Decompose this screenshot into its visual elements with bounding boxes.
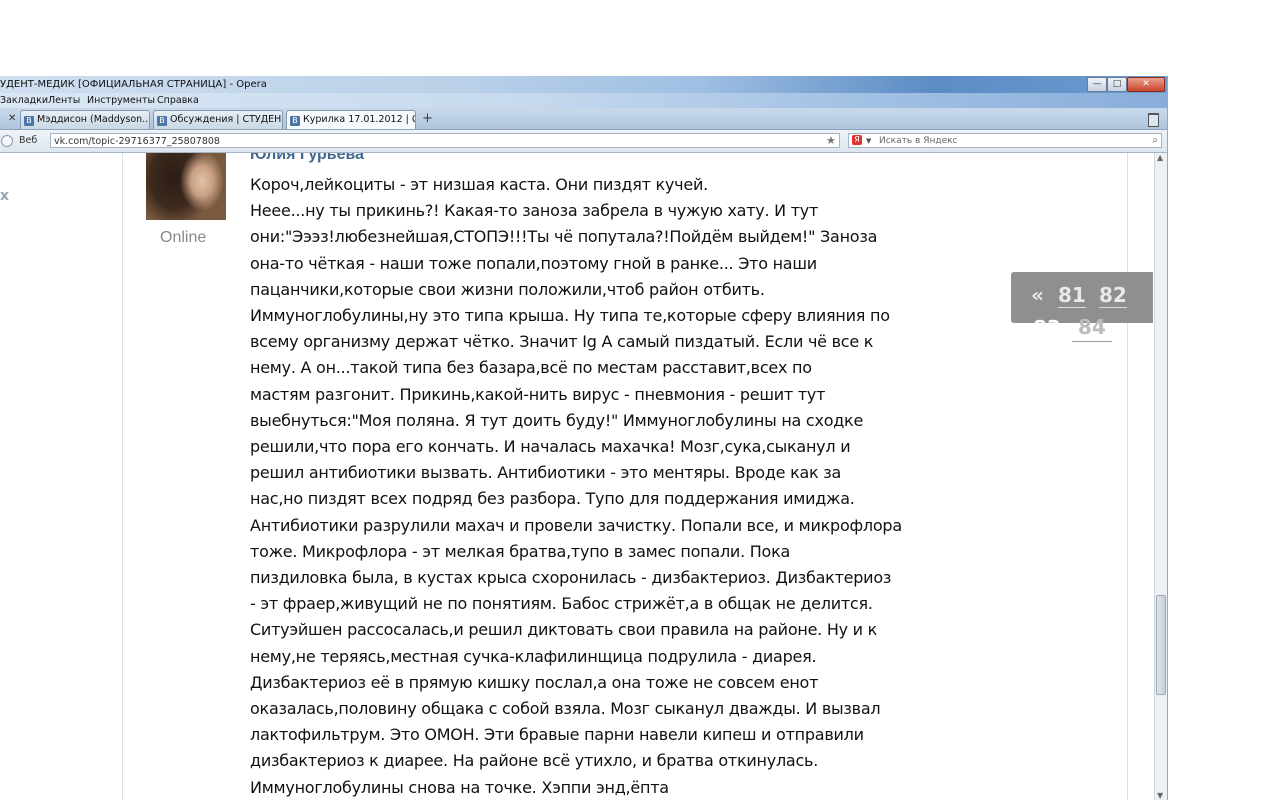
post-text-line: она-то чёткая - наши тоже попали,поэтому… xyxy=(250,253,817,273)
post-text: Короч,лейкоциты - эт низшая каста. Они п… xyxy=(250,172,920,800)
search-icon[interactable]: ⌕ xyxy=(1152,134,1158,148)
search-input[interactable]: Я ▼ Искать в Яндекс ⌕ xyxy=(848,133,1162,148)
menu-help[interactable]: Справка xyxy=(157,93,199,108)
close-tab-icon[interactable]: ✕ xyxy=(8,110,16,128)
online-status: Online xyxy=(160,229,207,246)
post-text-line: всему организму держат чётко. Значит Ig … xyxy=(250,332,874,352)
post-text-line: решили,что пора его кончать. И началась … xyxy=(250,437,851,457)
scroll-down-icon[interactable]: ▼ xyxy=(1157,791,1163,800)
vk-icon: B xyxy=(24,116,34,126)
pager-page-84-row: 84 xyxy=(1072,315,1112,342)
post-text-line: Дизбактериоз её в прямую кишку послал,а … xyxy=(250,672,819,692)
post-text-line: Неее...ну ты прикинь?! Какая-то заноза з… xyxy=(250,201,819,221)
tab-label: Обсуждения | СТУДЕН... xyxy=(170,114,283,125)
vertical-scrollbar[interactable]: ▲ ▼ xyxy=(1154,153,1167,800)
post-text-line: Иммуноглобулины снова на точке. Хэппи эн… xyxy=(250,777,669,797)
page-viewport: x Online Юлия Гурьева Короч,лейкоциты - … xyxy=(0,153,1154,800)
post-text-line: пацанчики,которые свои жизни положили,чт… xyxy=(250,279,765,299)
avatar[interactable] xyxy=(146,153,226,220)
post-text-line: мастям разгонит. Прикинь,какой-нить виру… xyxy=(250,384,826,404)
scroll-thumb[interactable] xyxy=(1156,595,1166,695)
post-text-line: пиздиловка была, в кустах крыса схоронил… xyxy=(250,568,892,588)
post-text-line: выебнуться:"Моя поляна. Я тут доить буду… xyxy=(250,410,864,430)
close-button[interactable]: ✕ xyxy=(1127,77,1165,92)
vk-icon: B xyxy=(157,116,167,126)
post-text-line: - эт фраер,живущий не по понятиям. Бабос… xyxy=(250,594,873,614)
trash-icon[interactable] xyxy=(1148,113,1159,127)
post-author[interactable]: Юлия Гурьева xyxy=(250,153,364,164)
address-bar: Веб vk.com/topic-29716377_25807808 ★ Я ▼… xyxy=(0,130,1167,153)
pager-page-83[interactable]: 83 xyxy=(1033,316,1061,324)
menu-bar: Закладки Ленты Инструменты Справка xyxy=(0,93,1167,108)
pager-page-84[interactable]: 84 xyxy=(1078,315,1106,339)
post-text-line: нему,не теряясь,местная сучка-клафилинщи… xyxy=(250,646,817,666)
tab-label: Мэддисон (Maddyson... xyxy=(37,114,150,125)
tab-maddyson[interactable]: B Мэддисон (Maddyson... xyxy=(20,110,150,129)
search-placeholder: Искать в Яндекс xyxy=(879,136,958,146)
scroll-up-icon[interactable]: ▲ xyxy=(1157,153,1163,162)
post-text-line: Ситуэйшен рассосалась,и решил диктовать … xyxy=(250,620,878,640)
post-text-line: оказалась,половину общака с собой взяла.… xyxy=(250,699,881,719)
bookmark-star-icon[interactable]: ★ xyxy=(826,134,836,148)
minimize-button[interactable]: — xyxy=(1087,77,1107,92)
title-bar: УДЕНТ-МЕДИК [ОФИЦИАЛЬНАЯ СТРАНИЦА] - Ope… xyxy=(0,76,1167,93)
post-text-line: решил антибиотики вызвать. Антибиотики -… xyxy=(250,463,842,483)
post-text-line: тоже. Микрофлора - эт мелкая братва,тупо… xyxy=(250,541,791,561)
yandex-icon: Я xyxy=(852,135,862,145)
browser-window: УДЕНТ-МЕДИК [ОФИЦИАЛЬНАЯ СТРАНИЦА] - Ope… xyxy=(0,76,1168,800)
maximize-button[interactable]: □ xyxy=(1107,77,1127,92)
web-label: Веб xyxy=(19,135,38,146)
tab-kurilka[interactable]: B Курилка 17.01.2012 | С... xyxy=(286,110,416,129)
menu-feeds[interactable]: Ленты xyxy=(48,93,80,108)
post-text-line: Иммуноглобулины,ну это типа крыша. Ну ти… xyxy=(250,306,890,326)
menu-bookmarks[interactable]: Закладки xyxy=(0,93,48,108)
post-text-line: они:"Эээз!любезнейшая,СТОПЭ!!!Ты чё попу… xyxy=(250,227,878,247)
pager-prev-link[interactable]: « xyxy=(1031,283,1044,307)
post-text-line: дизбактериоз к диарее. На районе всё ути… xyxy=(250,751,819,771)
window-title: УДЕНТ-МЕДИК [ОФИЦИАЛЬНАЯ СТРАНИЦА] - Ope… xyxy=(0,79,267,90)
vk-icon: B xyxy=(290,116,300,126)
chevron-down-icon[interactable]: ▼ xyxy=(866,134,871,148)
post-text-line: нас,но пиздят всех подряд без разбора. Т… xyxy=(250,489,855,509)
tab-bar: ✕ B Мэддисон (Maddyson... B Обсуждения | С… xyxy=(0,108,1167,130)
tab-discussions[interactable]: B Обсуждения | СТУДЕН... xyxy=(153,110,283,129)
tab-label: Курилка 17.01.2012 | С... xyxy=(303,114,416,125)
sidebar-fragment: x xyxy=(0,188,10,204)
post-text-line: нему. А он...такой типа без базара,всё п… xyxy=(250,358,812,378)
post-text-line: Антибиотики разрулили махач и провели за… xyxy=(250,515,902,535)
pager-page-82[interactable]: 82 xyxy=(1099,283,1127,308)
url-field[interactable]: vk.com/topic-29716377_25807808 xyxy=(50,133,840,148)
post-text-line: лактофильтрум. Это ОМОН. Эти бравые парн… xyxy=(250,725,864,745)
new-tab-button[interactable]: + xyxy=(422,110,433,128)
post-text-line: Короч,лейкоциты - эт низшая каста. Они п… xyxy=(250,175,708,194)
menu-tools[interactable]: Инструменты xyxy=(87,93,155,108)
pager-page-81[interactable]: 81 xyxy=(1058,283,1086,308)
site-info-icon[interactable] xyxy=(1,135,13,147)
